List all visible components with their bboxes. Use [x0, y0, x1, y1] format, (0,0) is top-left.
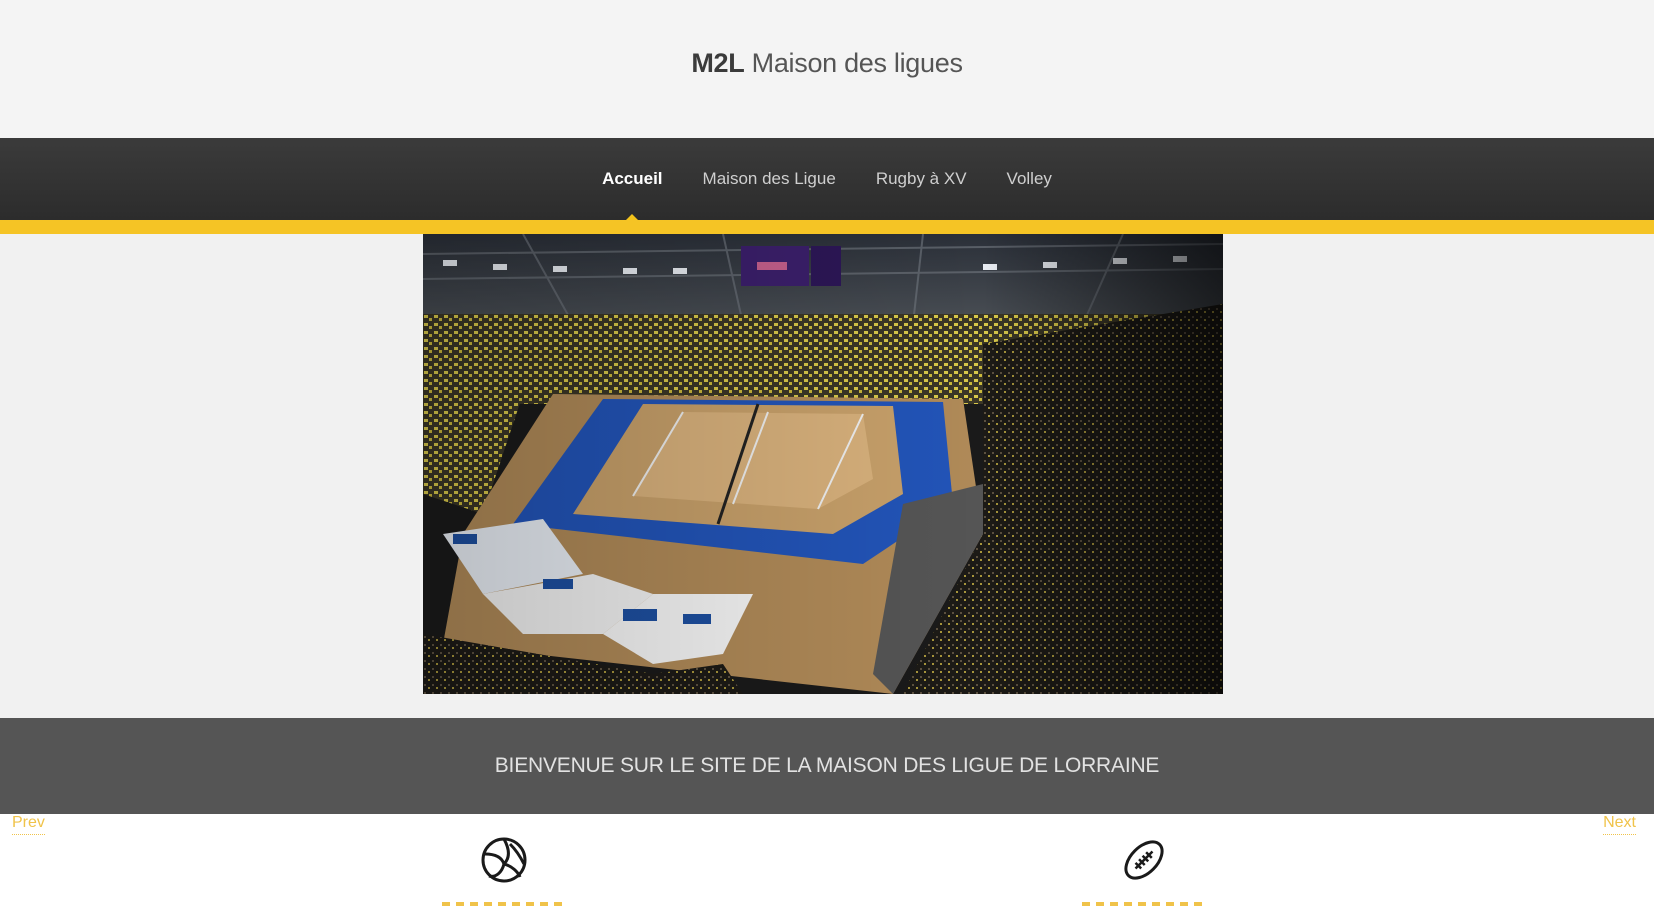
logo-brand-strong: M2L: [691, 48, 745, 78]
volleyball-icon[interactable]: [480, 836, 528, 884]
carousel-prev-link[interactable]: Prev: [12, 814, 45, 835]
nav-item-rugby[interactable]: Rugby à XV: [876, 169, 967, 189]
welcome-text: BIENVENUE SUR LE SITE DE LA MAISON DES L…: [494, 754, 1160, 777]
nav-item-accueil[interactable]: Accueil: [602, 169, 663, 222]
nav-item-label: Accueil: [602, 169, 663, 188]
site-header: M2L Maison des ligues: [0, 0, 1654, 138]
main-nav: Accueil Maison des Ligue Rugby à XV Voll…: [0, 138, 1654, 222]
nav-item-label: Volley: [1006, 169, 1052, 188]
nav-item-maison-des-ligue[interactable]: Maison des Ligue: [703, 169, 836, 189]
site-logo[interactable]: M2L Maison des ligues: [0, 48, 1654, 79]
feature-title-peek: [1082, 898, 1222, 906]
carousel-next-link[interactable]: Next: [1603, 814, 1636, 835]
nav-accent-stripe: [0, 220, 1654, 234]
feature-title-peek: [442, 898, 582, 906]
features-section: Prev Next: [0, 814, 1654, 906]
nav-item-label: Rugby à XV: [875, 169, 967, 188]
logo-brand-light: Maison des ligues: [751, 48, 963, 78]
hero-arena-image: [423, 234, 1223, 694]
nav-item-volley[interactable]: Volley: [1007, 169, 1052, 189]
nav-item-label: Maison des Ligue: [702, 169, 836, 188]
welcome-banner: BIENVENUE SUR LE SITE DE LA MAISON DES L…: [0, 718, 1654, 814]
volleyball-arena-photo: [423, 234, 1223, 694]
rugby-ball-icon[interactable]: [1120, 836, 1168, 884]
